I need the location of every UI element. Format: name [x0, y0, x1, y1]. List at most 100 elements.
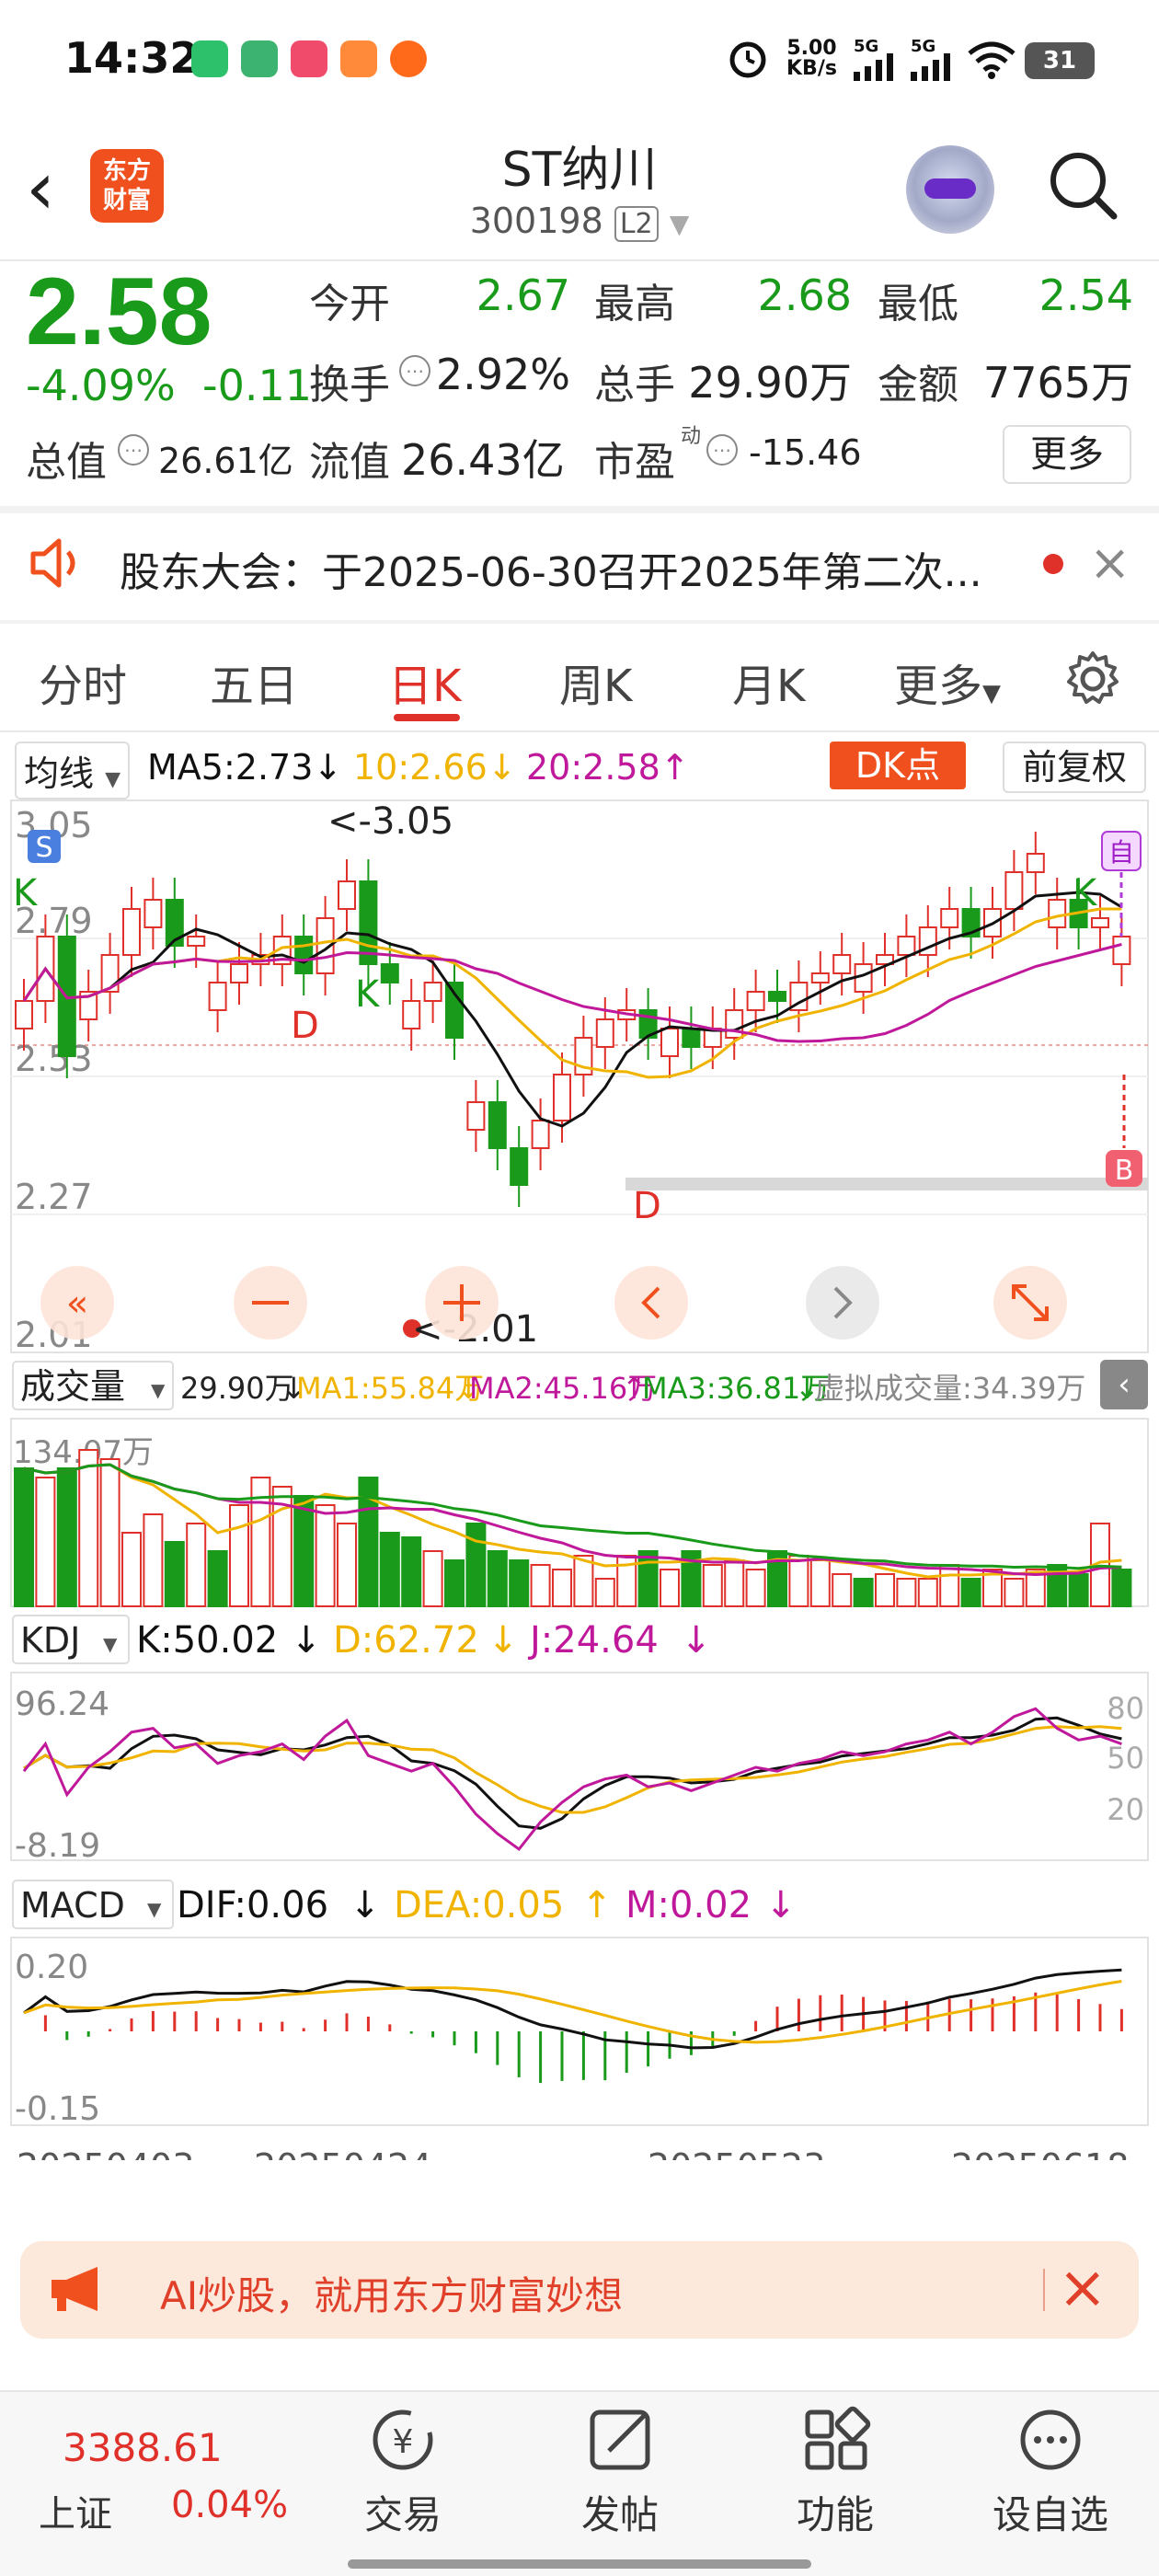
float-value: 26.43亿 [401, 435, 565, 485]
volume-value: 29.90万 [688, 358, 852, 408]
kdj-y-bottom: -8.19 [15, 1827, 100, 1865]
volume-bar [702, 1564, 723, 1607]
ai-assistant-avatar[interactable] [906, 145, 994, 234]
tab-rik[interactable]: 日K [388, 650, 461, 714]
volume-bar [960, 1578, 981, 1607]
macd-y-bottom: -0.15 [15, 2090, 100, 2128]
vol-value: 29.90万 [180, 1371, 294, 1406]
volume-bar [207, 1550, 228, 1607]
candle-body [380, 963, 399, 983]
candle-body [768, 991, 786, 1002]
volume-bar [637, 1550, 659, 1607]
pe-label: 市盈 [594, 439, 675, 486]
chevron-left-icon: ‹ [1118, 1366, 1130, 1403]
volume-bar [487, 1550, 508, 1607]
trade-icon[interactable]: ¥ [320, 2403, 486, 2477]
section-divider [0, 620, 1159, 624]
info-icon[interactable]: ⋯ [399, 355, 430, 386]
nav-post[interactable]: 发帖 [537, 2484, 703, 2540]
support-band [625, 1178, 1148, 1190]
pumpkin-app-icon [390, 40, 427, 77]
candle-body [510, 1147, 529, 1186]
nav-functions[interactable]: 功能 [752, 2484, 918, 2540]
kdj-j-line [22, 1707, 1122, 1852]
adjust-price-button[interactable]: 前复权 [1003, 742, 1146, 793]
phone-app-icon [191, 40, 228, 77]
volume-bar [1111, 1569, 1132, 1607]
indicator-selector[interactable]: 均线 ▼ [15, 742, 131, 799]
candle-body [897, 936, 916, 956]
candle-body [423, 982, 442, 1002]
volume-bar [186, 1523, 207, 1607]
candle-body [810, 972, 830, 983]
more-icon[interactable] [968, 2403, 1133, 2477]
volume-bar [315, 1504, 336, 1607]
volume-bar [337, 1523, 357, 1607]
gear-icon[interactable] [1063, 650, 1122, 708]
candle-body [553, 1074, 571, 1121]
post-icon[interactable] [537, 2403, 703, 2477]
info-icon[interactable]: ⋯ [706, 434, 738, 466]
nav-trade[interactable]: 交易 [320, 2484, 486, 2540]
functions-icon[interactable] [752, 2403, 918, 2477]
bank-app-icon [241, 40, 278, 77]
zoom-out-button[interactable] [234, 1266, 307, 1340]
scroll-right-button[interactable] [806, 1266, 879, 1340]
banner-divider [1043, 2269, 1045, 2311]
volume-bar [832, 1573, 853, 1607]
index-change[interactable]: 0.04% [171, 2484, 288, 2526]
svg-text:¥: ¥ [393, 2423, 414, 2461]
tab-yuek[interactable]: 月K [732, 650, 805, 714]
index-name[interactable]: 上证 [39, 2484, 112, 2537]
candle-body [1091, 917, 1109, 928]
volume-bar [229, 1504, 249, 1607]
candle-body [359, 880, 378, 965]
candle-body [1112, 936, 1131, 965]
mktcap-label: 总值 [26, 439, 107, 486]
candle-body [1026, 853, 1045, 873]
low-label: 最低 [878, 281, 958, 328]
candle-body [294, 936, 314, 974]
high-label: 最高 [594, 281, 675, 328]
macd-selector-label: MACD [20, 1885, 125, 1926]
candle-body [230, 963, 248, 983]
tab-fenshi[interactable]: 分时 [39, 650, 127, 714]
fullscreen-button[interactable] [993, 1266, 1067, 1340]
close-notice-icon[interactable]: × [1089, 535, 1130, 591]
tab-wuri[interactable]: 五日 [210, 650, 298, 714]
scroll-left-button[interactable] [614, 1266, 688, 1340]
candle-body [595, 1018, 614, 1048]
kline-chart[interactable]: 3.05 2.79 2.53 2.27 2.01 <-3.05 <-2.01 S… [0, 799, 1159, 2160]
tab-more[interactable]: 更多▼ [894, 650, 1001, 714]
more-button[interactable]: 更多 [1003, 425, 1131, 484]
volume-bar [660, 1569, 680, 1607]
dk-point-button[interactable]: DK点 [830, 742, 966, 789]
status-time: 14:32 [64, 33, 200, 83]
search-icon[interactable] [1047, 149, 1119, 221]
macd-m: M:0.02 [625, 1884, 752, 1926]
volume-bar [788, 1555, 809, 1607]
level2-badge: L2 [614, 206, 659, 242]
close-banner-icon[interactable]: × [1058, 2256, 1107, 2320]
index-value[interactable]: 3388.61 [63, 2425, 223, 2470]
self-select-label: 自 [1108, 837, 1134, 868]
candle-body [143, 899, 163, 928]
volume-bar [444, 1559, 465, 1607]
signal-2-icon [911, 53, 950, 81]
flag-app-icon [340, 40, 377, 77]
zoom-in-button[interactable] [425, 1266, 499, 1340]
kdj-ref-80: 80 [1107, 1691, 1144, 1726]
section-divider [0, 506, 1159, 513]
volume-bar [745, 1569, 766, 1607]
tab-zhouk[interactable]: 周K [559, 650, 632, 714]
ai-banner-text[interactable]: AI炒股，就用东方财富妙想 [160, 2265, 623, 2321]
kdj-j: J:24.64 [527, 1619, 659, 1662]
scroll-left-fast-button[interactable]: « [40, 1266, 114, 1340]
notice-text[interactable]: 股东大会：于2025-06-30召开2025年第二次... [120, 539, 982, 598]
candle-body [832, 954, 852, 974]
info-icon[interactable]: ⋯ [118, 434, 149, 466]
candles [15, 832, 1131, 1207]
macd-dea-line [23, 1980, 1122, 2044]
nav-add-watchlist[interactable]: 设自选 [968, 2484, 1133, 2540]
macd-y-top: 0.20 [15, 1949, 88, 1986]
